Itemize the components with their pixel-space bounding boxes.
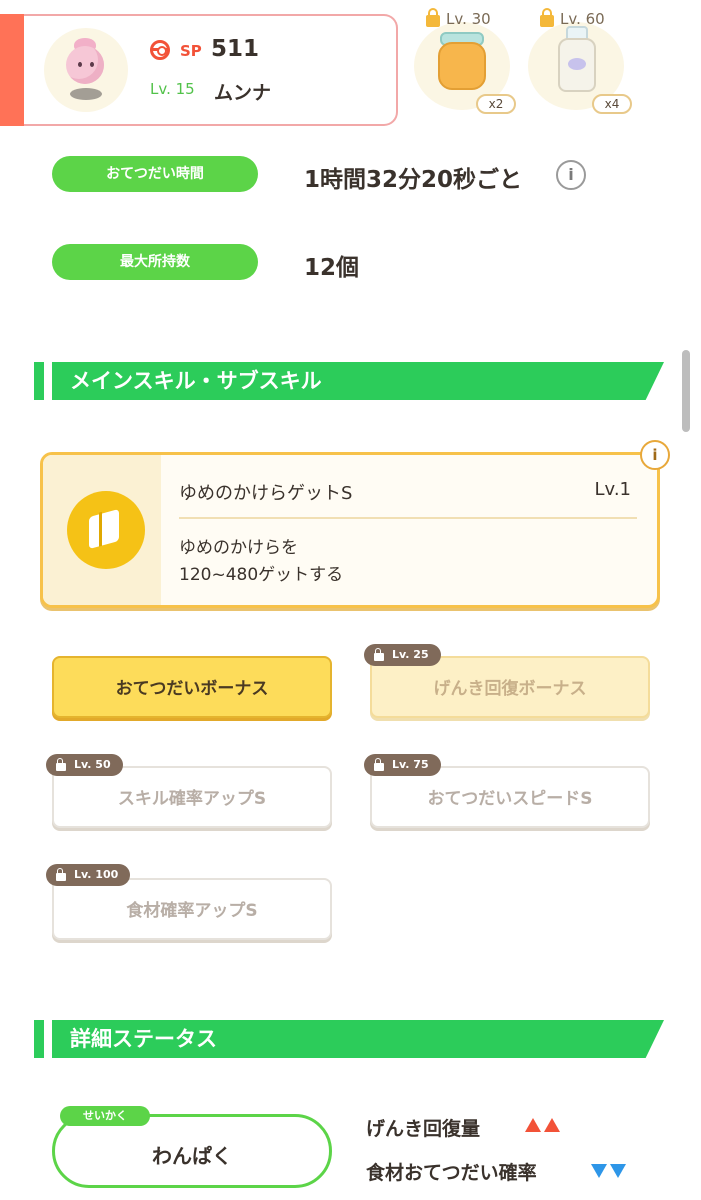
max-carry-value: 12個 [304, 255, 360, 281]
info-icon[interactable]: i [556, 160, 586, 190]
nature-tag: せいかく [60, 1106, 150, 1126]
evolution-item-slot-1[interactable]: Lv. 30 x2 [414, 0, 516, 114]
down-arrow-icon [610, 1164, 626, 1178]
avatar-body [66, 46, 104, 84]
nature-value: わんぱく [152, 1144, 232, 1168]
pokemon-level: Lv. 15 [150, 80, 195, 98]
up-arrow-icon [544, 1118, 560, 1132]
lock-icon [374, 647, 384, 661]
item-unlock-level-label: Lv. 30 [446, 10, 491, 28]
unlock-level-text: Lv. 25 [392, 648, 429, 661]
item-count-badge: x2 [476, 94, 516, 114]
pokemon-avatar[interactable] [44, 28, 128, 112]
up-arrow-icon [525, 1118, 541, 1132]
sub-skill-helping-bonus[interactable]: おてつだいボーナス [52, 656, 332, 718]
item-count-badge: x4 [592, 94, 632, 114]
pokemon-name: ムンナ [214, 82, 272, 104]
skill-icon-area [43, 455, 161, 605]
lock-icon [56, 757, 66, 771]
nature-effect-down-label: 食材おてつだい確率 [366, 1162, 537, 1184]
nature-effect-up-label: げんき回復量 [366, 1118, 481, 1140]
down-arrow-icon [591, 1164, 607, 1178]
avatar-eye [90, 62, 94, 67]
main-skill-desc-line1: ゆめのかけらを [179, 538, 298, 558]
help-time-value: 1時間32分20秒ごと [304, 167, 523, 193]
section-accent [34, 1020, 44, 1058]
skill-info-icon[interactable]: i [640, 440, 670, 470]
section-title-skills: メインスキル・サブスキル [70, 369, 322, 393]
avatar-eye [78, 62, 82, 67]
unlock-level-text: Lv. 100 [74, 868, 119, 881]
unlock-level-text: Lv. 50 [74, 758, 111, 771]
help-time-label: おてつだい時間 [52, 156, 258, 192]
lock-icon [540, 8, 554, 27]
lock-icon [426, 8, 440, 27]
dream-shard-icon [67, 491, 145, 569]
sp-label: SP [180, 42, 202, 60]
main-skill-description: ゆめのかけらを 120~480ゲットする [179, 535, 343, 589]
main-skill-level: Lv.1 [594, 479, 631, 500]
main-skill-desc-line2: 120~480ゲットする [179, 565, 344, 585]
lock-icon [374, 757, 384, 771]
main-skill-name: ゆめのかけらゲットS [179, 483, 353, 504]
main-skill-card[interactable]: ゆめのかけらゲットS Lv.1 ゆめのかけらを 120~480ゲットする [40, 452, 660, 608]
section-title-details: 詳細ステータス [70, 1027, 217, 1051]
section-accent [34, 362, 44, 400]
unlock-level-tag: Lv. 25 [364, 644, 441, 666]
unlock-level-tag: Lv. 50 [46, 754, 123, 776]
milk-bottle-label [568, 58, 586, 70]
pokeball-icon [150, 40, 170, 60]
scrollbar[interactable] [682, 350, 690, 432]
sp-value: 511 [211, 36, 260, 62]
unlock-level-tag: Lv. 75 [364, 754, 441, 776]
evolution-item-slot-2[interactable]: Lv. 60 x4 [528, 0, 632, 114]
unlock-level-text: Lv. 75 [392, 758, 429, 771]
lock-icon [56, 867, 66, 881]
avatar-shadow [70, 88, 102, 100]
profile-accent-stripe [0, 14, 24, 126]
divider [179, 517, 637, 519]
stat-up-indicator [522, 1118, 560, 1132]
max-carry-label: 最大所持数 [52, 244, 258, 280]
honey-jar-body [438, 42, 486, 90]
stat-down-indicator [588, 1164, 626, 1178]
sub-skill-ingredient-finder[interactable]: 食材確率アップS [52, 878, 332, 940]
unlock-level-tag: Lv. 100 [46, 864, 131, 886]
item-unlock-level: Lv. 30 [426, 8, 491, 28]
